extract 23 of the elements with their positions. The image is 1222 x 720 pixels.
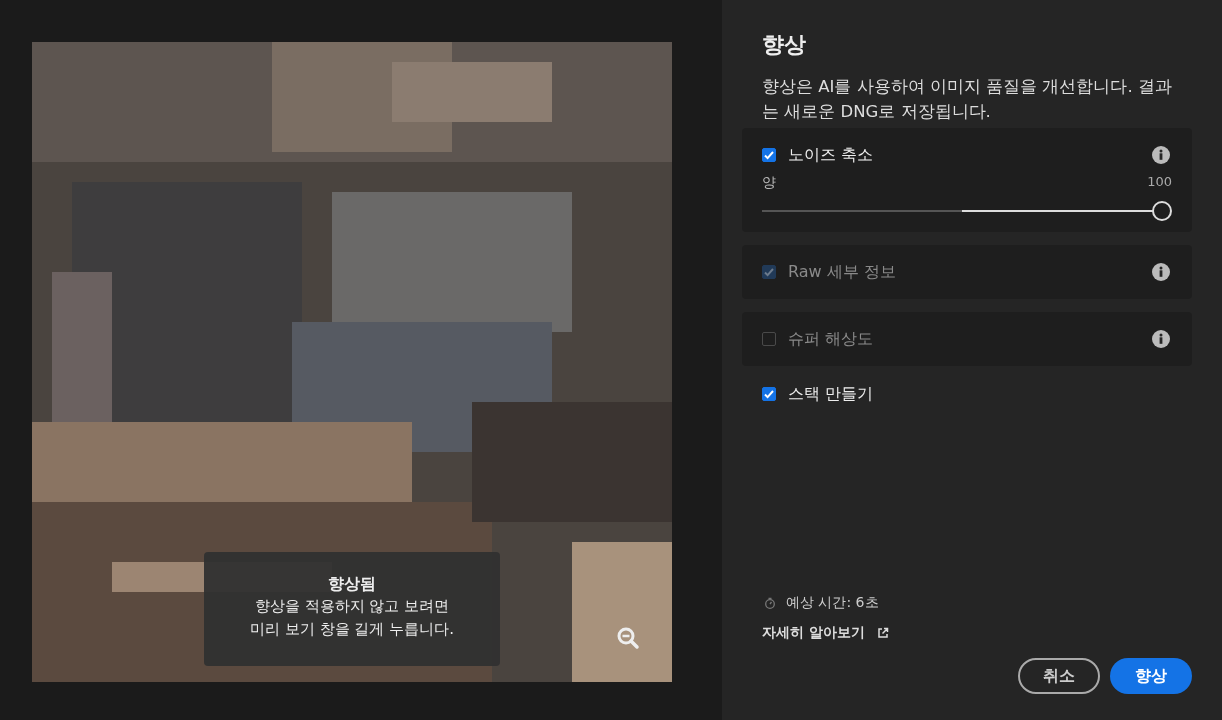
checkbox[interactable]	[762, 387, 776, 401]
slider-track[interactable]	[762, 200, 1172, 222]
learn-more-link[interactable]: 자세히 알아보기	[762, 624, 865, 642]
zoom-out-icon[interactable]	[616, 626, 640, 650]
stopwatch-icon	[764, 597, 776, 609]
tooltip-title: 향상됨	[327, 573, 377, 595]
enhance-button[interactable]: 향상	[1110, 658, 1192, 694]
tooltip-text: 향상을 적용하지 않고 보려면	[253, 596, 451, 617]
slider-thumb[interactable]	[1152, 201, 1172, 221]
cancel-button[interactable]: 취소	[1018, 658, 1100, 694]
checkbox[interactable]	[762, 148, 776, 162]
description-text: 향상은 AI를 사용하여 이미지 품질을 개선합니다. 결과는 새로운 DNG로 저장됩니다.	[762, 76, 1173, 123]
option-label: Raw 세부 정보	[788, 261, 897, 283]
tooltip-text: 미리 보기 창을 길게 누릅니다.	[249, 619, 455, 640]
slider-value: 100	[1147, 174, 1172, 191]
external-link-icon	[876, 627, 889, 639]
slider-label: 양	[762, 174, 776, 192]
option-label: 스택 만들기	[788, 383, 875, 405]
option-label: 슈퍼 해상도	[788, 328, 875, 350]
info-icon[interactable]	[1152, 146, 1170, 164]
estimate-text: 예상 시간: 6초	[786, 594, 879, 612]
panel-title: 향상	[762, 31, 807, 59]
option-label: 노이즈 축소	[788, 144, 875, 166]
